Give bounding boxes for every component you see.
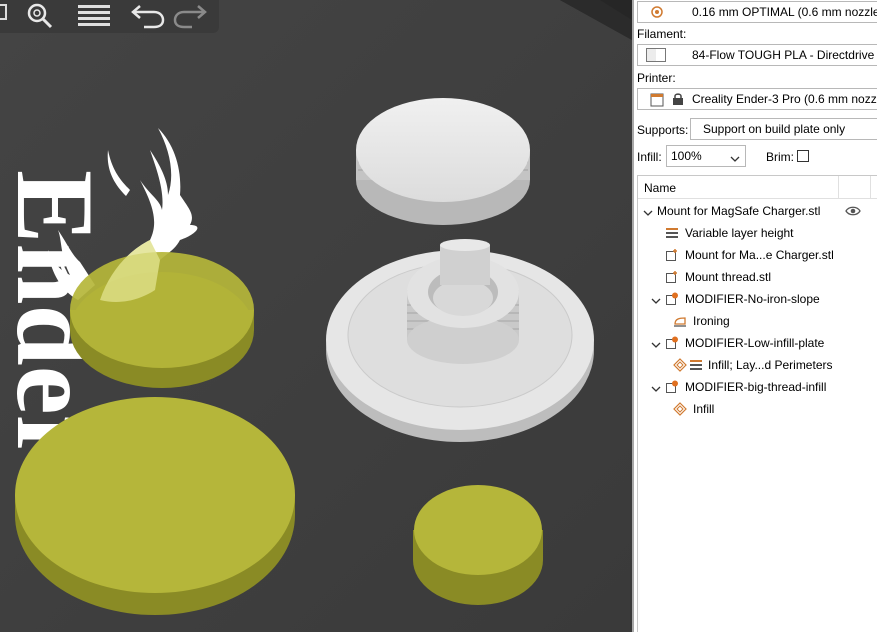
tree-row-part[interactable]: Mount thread.stl xyxy=(638,266,877,288)
infill-combo[interactable]: 100% xyxy=(666,145,746,167)
tree-row-part[interactable]: Mount for Ma...e Charger.stl xyxy=(638,244,877,266)
tree-item-label: MODIFIER-Low-infill-plate xyxy=(685,336,825,350)
chevron-down-icon[interactable] xyxy=(651,382,661,396)
header-divider xyxy=(838,176,839,198)
sidebar: 0.16 mm OPTIMAL (0.6 mm nozzle) Filament… xyxy=(632,0,877,632)
object-list[interactable]: Name Mount for MagSafe Charger.stl Varia… xyxy=(637,175,877,632)
chevron-down-icon[interactable] xyxy=(651,294,661,308)
tree-row-setting[interactable]: Infill; Lay...d Perimeters xyxy=(638,354,877,376)
infill-icon xyxy=(673,358,687,375)
printer-label: Printer: xyxy=(637,71,676,85)
tree-row-modifier[interactable]: MODIFIER-No-iron-slope xyxy=(638,288,877,310)
modifier-cylinder[interactable] xyxy=(413,485,543,605)
chevron-down-icon[interactable] xyxy=(643,206,653,220)
chevron-down-icon[interactable] xyxy=(651,338,661,352)
infill-value: 100% xyxy=(671,149,702,163)
part-icon xyxy=(665,248,679,265)
print-settings-combo[interactable]: 0.16 mm OPTIMAL (0.6 mm nozzle) xyxy=(637,1,877,23)
printer-value: Creality Ender-3 Pro (0.6 mm nozzle) xyxy=(692,92,877,106)
tree-item-label: MODIFIER-No-iron-slope xyxy=(685,292,820,306)
tree-row-setting[interactable]: Infill xyxy=(638,398,877,420)
supports-combo[interactable]: Support on build plate only xyxy=(690,118,877,140)
lock-icon xyxy=(672,92,684,109)
supports-label: Supports: xyxy=(637,123,689,137)
tree-item-label: Mount for Ma...e Charger.stl xyxy=(685,248,834,262)
print-settings-icon xyxy=(650,5,664,22)
tree-item-label: Infill; Lay...d Perimeters xyxy=(708,358,833,372)
chevron-down-icon xyxy=(730,152,740,166)
modifier-disk-large[interactable] xyxy=(15,397,295,615)
redo-icon[interactable] xyxy=(172,1,212,31)
layers-icon[interactable] xyxy=(76,1,116,31)
part-icon xyxy=(665,270,679,287)
infill-label: Infill: xyxy=(637,150,662,164)
tree-row-layer-height[interactable]: Variable layer height xyxy=(638,222,877,244)
brim-label: Brim: xyxy=(766,150,794,164)
undo-icon[interactable] xyxy=(130,1,170,31)
tree-item-label: Infill xyxy=(693,402,715,416)
modifier-icon xyxy=(665,380,679,397)
filament-label: Filament: xyxy=(637,27,687,41)
search-icon[interactable] xyxy=(24,1,64,31)
ironing-icon xyxy=(673,314,687,331)
filament-color-swatch xyxy=(646,48,666,62)
tree-row-setting[interactable]: Ironing xyxy=(638,310,877,332)
eye-icon[interactable] xyxy=(845,205,861,220)
printer-icon xyxy=(650,93,664,109)
tree-row-modifier[interactable]: MODIFIER-big-thread-infill xyxy=(638,376,877,398)
column-name-header: Name xyxy=(644,181,677,195)
3d-viewport[interactable]: Ender xyxy=(0,0,632,632)
brim-checkbox[interactable] xyxy=(797,150,809,162)
layers-setting-icon xyxy=(665,226,679,243)
modifier-disk-small[interactable] xyxy=(70,252,254,388)
tree-row-modifier[interactable]: MODIFIER-Low-infill-plate xyxy=(638,332,877,354)
viewport-toolbar xyxy=(0,0,219,33)
modifier-icon xyxy=(665,336,679,353)
header-divider-2 xyxy=(870,176,871,198)
tree-item-label: MODIFIER-big-thread-infill xyxy=(685,380,827,394)
tree-row-object[interactable]: Mount for MagSafe Charger.stl xyxy=(638,200,877,222)
filament-combo[interactable]: 84-Flow TOUGH PLA - Directdrive xyxy=(637,44,877,66)
tree-item-label: Variable layer height xyxy=(685,226,794,240)
print-settings-value: 0.16 mm OPTIMAL (0.6 mm nozzle) xyxy=(692,5,877,19)
infill-icon xyxy=(673,402,687,419)
scene: Ender xyxy=(0,0,632,632)
object-list-header: Name xyxy=(638,176,877,199)
modifier-icon xyxy=(665,292,679,309)
tree-item-label: Mount for MagSafe Charger.stl xyxy=(657,204,821,218)
filament-value: 84-Flow TOUGH PLA - Directdrive xyxy=(692,48,875,62)
tree-item-label: Ironing xyxy=(693,314,730,328)
layers-setting-icon xyxy=(689,358,703,375)
tree-item-label: Mount thread.stl xyxy=(685,270,772,284)
model-cap[interactable] xyxy=(356,98,530,225)
supports-value: Support on build plate only xyxy=(703,122,846,136)
printer-combo[interactable]: Creality Ender-3 Pro (0.6 mm nozzle) xyxy=(637,88,877,110)
